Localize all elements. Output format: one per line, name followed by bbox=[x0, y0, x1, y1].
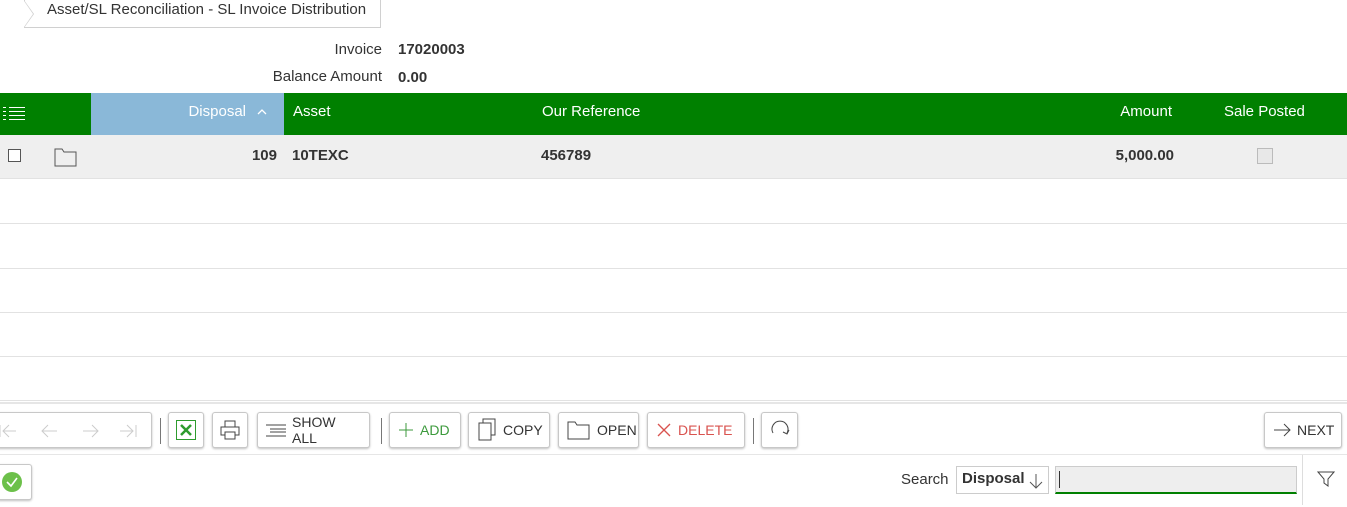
row-select-checkbox[interactable] bbox=[8, 149, 21, 162]
toolbar-separator bbox=[381, 418, 382, 444]
delete-x-icon bbox=[657, 423, 671, 437]
refresh-button[interactable] bbox=[761, 412, 798, 448]
last-page-icon[interactable] bbox=[119, 423, 139, 439]
first-page-icon[interactable] bbox=[0, 423, 17, 439]
cell-disposal: 109 bbox=[251, 147, 277, 164]
balance-amount-value: 0.00 bbox=[398, 69, 428, 86]
search-field-select[interactable]: Disposal bbox=[956, 466, 1049, 494]
folder-icon bbox=[567, 421, 590, 440]
next-page-icon[interactable] bbox=[81, 423, 101, 439]
copy-icon bbox=[478, 418, 496, 441]
open-record-folder-icon[interactable] bbox=[54, 147, 78, 167]
table-row-empty bbox=[0, 225, 1347, 269]
grid-header: Disposal Asset Our Reference Amount Sale… bbox=[0, 93, 1347, 135]
text-cursor bbox=[1059, 471, 1060, 488]
excel-icon bbox=[176, 420, 196, 440]
delete-label: DELETE bbox=[678, 422, 733, 438]
print-button[interactable] bbox=[212, 412, 248, 448]
table-row-empty bbox=[0, 180, 1347, 224]
column-header-sale-posted[interactable]: Sale Posted bbox=[1224, 93, 1305, 135]
balance-amount-label: Balance Amount bbox=[272, 68, 382, 85]
refresh-icon bbox=[771, 420, 790, 435]
toolbar-separator bbox=[160, 418, 161, 444]
show-all-button[interactable]: SHOW ALL bbox=[257, 412, 370, 448]
column-menu-icon[interactable] bbox=[3, 106, 25, 122]
toolbar: SHOW ALL ADD COPY OPEN DELETE NEXT bbox=[0, 402, 1347, 456]
column-header-asset[interactable]: Asset bbox=[293, 93, 331, 135]
copy-button[interactable]: COPY bbox=[468, 412, 550, 448]
arrow-right-icon bbox=[1274, 423, 1291, 437]
sort-down-arrow-icon bbox=[1029, 474, 1043, 489]
add-label: ADD bbox=[420, 422, 450, 438]
previous-page-icon[interactable] bbox=[39, 423, 59, 439]
cell-amount: 5,000.00 bbox=[1115, 147, 1174, 164]
open-button[interactable]: OPEN bbox=[558, 412, 639, 448]
open-label: OPEN bbox=[597, 422, 637, 438]
breadcrumb-title: Asset/SL Reconciliation - SL Invoice Dis… bbox=[47, 1, 367, 18]
check-circle-icon bbox=[2, 472, 22, 492]
table-row-empty bbox=[0, 313, 1347, 357]
pager-group bbox=[0, 412, 152, 448]
list-icon bbox=[266, 424, 286, 437]
status-ok-button[interactable] bbox=[0, 464, 32, 500]
add-button[interactable]: ADD bbox=[389, 412, 461, 448]
filter-button[interactable] bbox=[1302, 455, 1347, 505]
show-all-label: SHOW ALL bbox=[292, 414, 336, 446]
delete-button[interactable]: DELETE bbox=[647, 412, 745, 448]
status-bar: Search Disposal bbox=[0, 454, 1347, 507]
export-excel-button[interactable] bbox=[168, 412, 204, 448]
column-header-disposal-label: Disposal bbox=[188, 103, 246, 120]
cell-asset: 10TEXC bbox=[292, 147, 349, 164]
column-header-our-reference[interactable]: Our Reference bbox=[542, 93, 640, 135]
copy-label: COPY bbox=[503, 422, 543, 438]
table-row-empty bbox=[0, 269, 1347, 313]
printer-icon bbox=[220, 420, 240, 440]
search-label: Search bbox=[901, 471, 949, 488]
plus-icon bbox=[399, 423, 413, 437]
search-input[interactable] bbox=[1055, 466, 1297, 494]
toolbar-separator bbox=[753, 418, 754, 444]
column-header-disposal[interactable]: Disposal bbox=[91, 93, 284, 135]
cell-our-reference: 456789 bbox=[541, 147, 592, 164]
table-row-empty bbox=[0, 357, 1347, 401]
sort-ascending-icon bbox=[257, 109, 267, 115]
filter-funnel-icon bbox=[1317, 471, 1335, 487]
invoice-value: 17020003 bbox=[398, 41, 465, 58]
cell-sale-posted-checkbox bbox=[1257, 148, 1273, 164]
search-field-selected: Disposal bbox=[962, 470, 1025, 487]
next-label: NEXT bbox=[1297, 422, 1335, 438]
breadcrumb[interactable]: Asset/SL Reconciliation - SL Invoice Dis… bbox=[24, 0, 382, 28]
next-button[interactable]: NEXT bbox=[1264, 412, 1342, 448]
invoice-label: Invoice bbox=[334, 41, 382, 58]
column-header-amount[interactable]: Amount bbox=[1120, 93, 1172, 135]
table-row[interactable]: 109 10TEXC 456789 5,000.00 bbox=[0, 135, 1347, 179]
